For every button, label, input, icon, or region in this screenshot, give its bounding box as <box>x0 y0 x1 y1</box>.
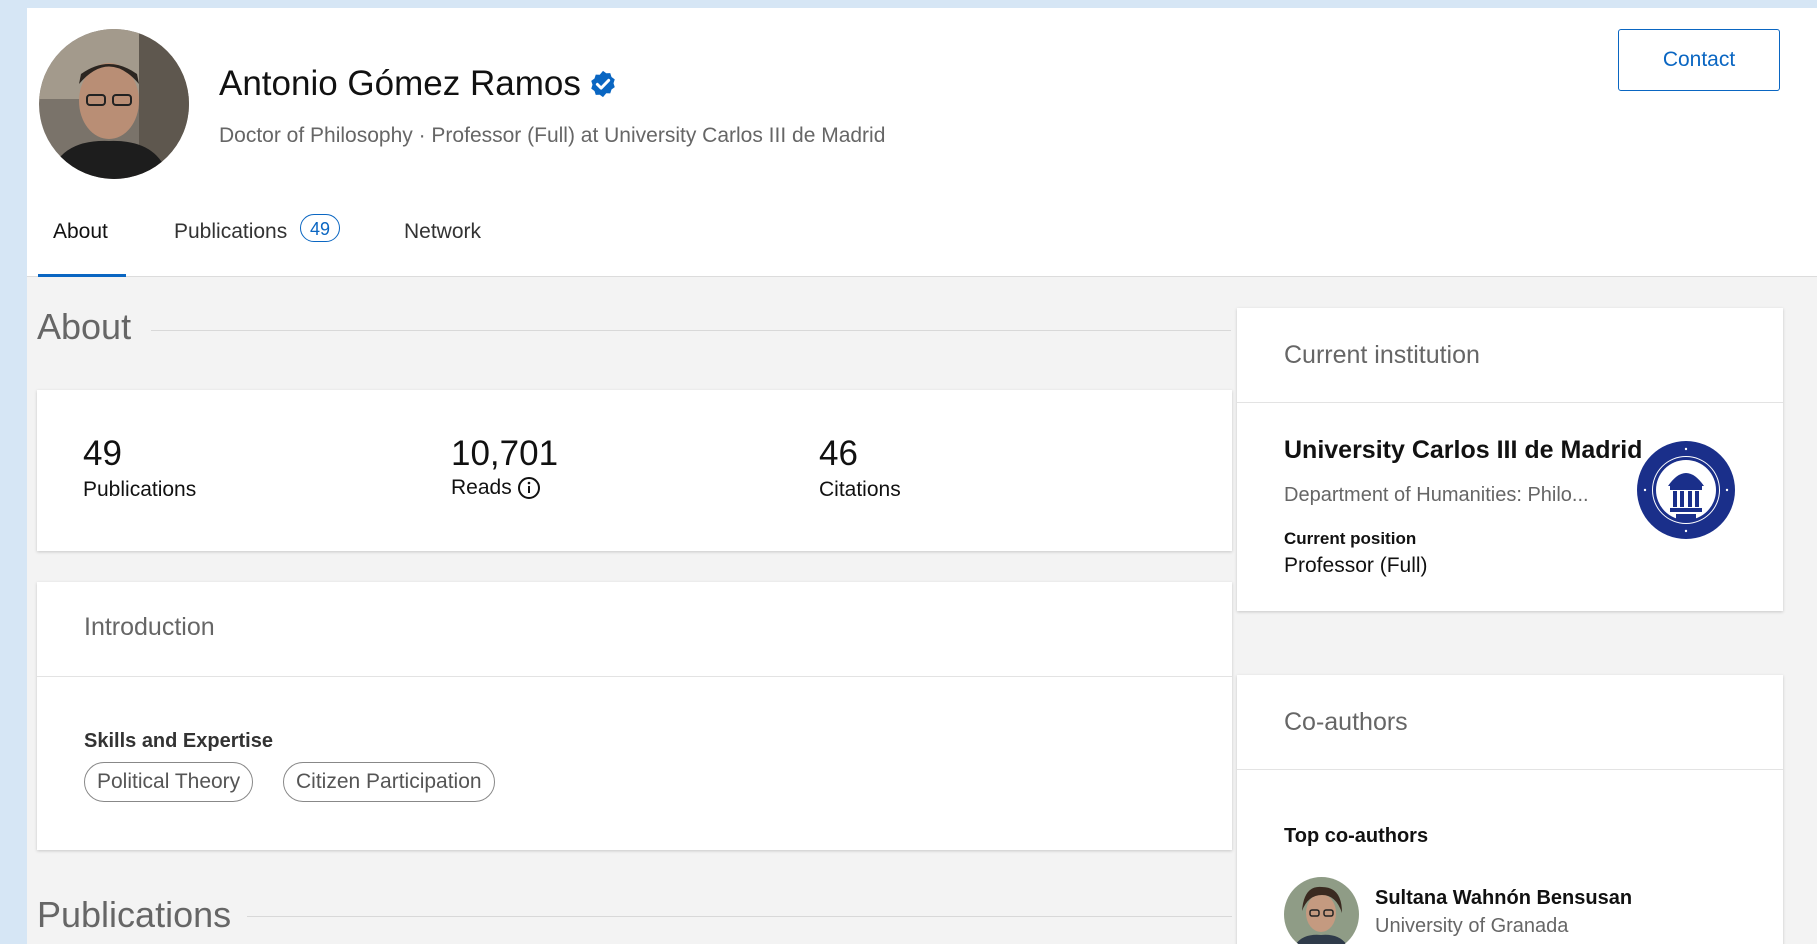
about-heading: About <box>37 306 132 347</box>
stat-reads-text: Reads <box>451 476 512 499</box>
tab-about[interactable]: About <box>38 206 126 277</box>
publications-divider <box>247 916 1232 917</box>
skill-chip[interactable]: Citizen Participation <box>283 762 495 802</box>
current-institution-card: Current institution University Carlos II… <box>1237 308 1783 611</box>
coauthor-name[interactable]: Sultana Wahnón Bensusan <box>1375 887 1632 910</box>
profile-name-row: Antonio Gómez Ramos <box>219 64 618 104</box>
current-position-label: Current position <box>1284 529 1417 548</box>
university-seal-icon <box>1637 441 1735 539</box>
profile-page: Antonio Gómez Ramos Doctor of Philosophy… <box>27 8 1817 944</box>
coauthors-card-header: Co-authors <box>1237 675 1783 770</box>
institution-card-header: Current institution <box>1237 308 1783 403</box>
contact-button[interactable]: Contact <box>1618 29 1780 91</box>
stat-publications-value: 49 <box>83 434 122 473</box>
profile-avatar[interactable] <box>39 29 189 179</box>
stats-card: 49 Publications 10,701 Reads 46 Citation… <box>37 390 1232 551</box>
stat-citations-label: Citations <box>819 478 901 502</box>
verified-badge-icon <box>591 70 615 98</box>
current-position-value: Professor (Full) <box>1284 554 1428 577</box>
profile-name: Antonio Gómez Ramos <box>219 64 581 103</box>
top-coauthors-label: Top co-authors <box>1284 825 1429 847</box>
profile-header: Antonio Gómez Ramos Doctor of Philosophy… <box>27 8 1817 277</box>
stat-reads-value: 10,701 <box>451 434 559 473</box>
coauthor-institution: University of Granada <box>1375 915 1569 937</box>
institution-card-title: Current institution <box>1284 341 1480 369</box>
tab-publications-label: Publications <box>174 220 288 243</box>
introduction-title: Introduction <box>84 613 215 641</box>
skills-title: Skills and Expertise <box>84 730 273 752</box>
coauthors-card-title: Co-authors <box>1284 708 1408 736</box>
institution-name[interactable]: University Carlos III de Madrid <box>1284 436 1642 465</box>
active-tab-indicator <box>38 274 126 277</box>
tab-network-label: Network <box>404 220 482 243</box>
info-icon[interactable] <box>517 476 541 500</box>
tab-about-label: About <box>53 220 108 243</box>
tab-network[interactable]: Network <box>404 206 494 276</box>
stat-publications-text: Publications <box>83 478 197 501</box>
publications-heading: Publications <box>37 894 232 935</box>
stat-citations-text: Citations <box>819 478 901 501</box>
institution-department[interactable]: Department of Humanities: Philo... <box>1284 484 1589 507</box>
about-divider <box>151 330 1231 331</box>
stat-reads-label: Reads <box>451 476 541 500</box>
skill-chip[interactable]: Political Theory <box>84 762 254 802</box>
coauthors-card: Co-authors Top co-authors Sultana Wahnón… <box>1237 675 1783 944</box>
publications-count-badge: 49 <box>300 214 341 242</box>
introduction-card-header: Introduction <box>37 582 1232 677</box>
stat-publications-label: Publications <box>83 478 196 502</box>
introduction-card: Introduction Skills and Expertise Politi… <box>37 582 1232 850</box>
coauthor-avatar[interactable] <box>1284 877 1359 944</box>
profile-subtitle: Doctor of Philosophy · Professor (Full) … <box>219 124 886 147</box>
stat-citations-value: 46 <box>819 434 858 473</box>
tab-publications[interactable]: Publications 49 <box>174 206 354 276</box>
